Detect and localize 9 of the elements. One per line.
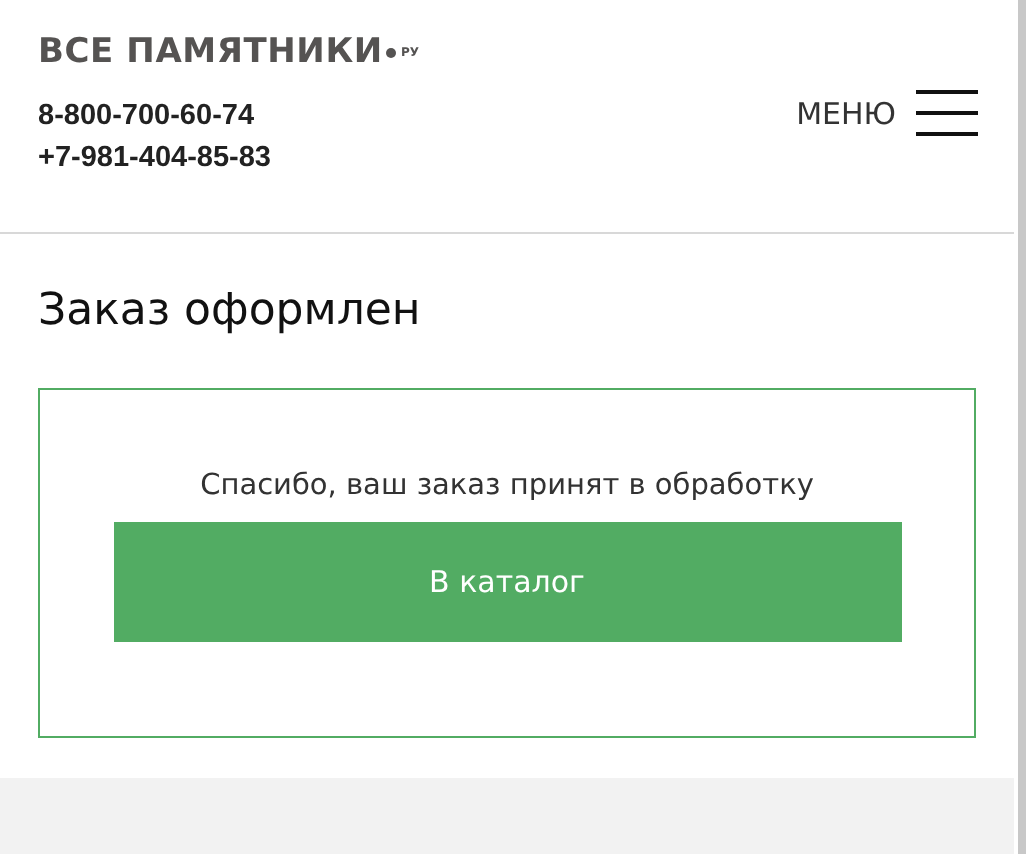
scrollbar[interactable]	[1017, 0, 1025, 854]
menu-button[interactable]: МЕНЮ	[796, 90, 978, 136]
confirmation-message: Спасибо, ваш заказ принят в обработку	[200, 470, 814, 502]
site-logo[interactable]: ВСЕ ПАМЯТНИКИ	[38, 32, 383, 72]
menu-icon	[916, 90, 978, 136]
phone-link[interactable]: 8-800-700-60-74	[38, 96, 419, 138]
page-title: Заказ оформлен	[38, 286, 423, 336]
phone-link[interactable]: +7-981-404-85-83	[38, 138, 419, 180]
dot-icon	[386, 47, 397, 57]
